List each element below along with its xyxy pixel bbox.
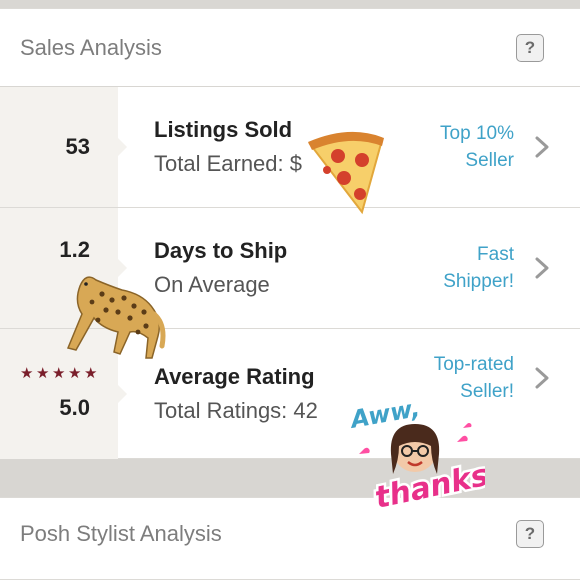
days-to-ship-value: 1.2 <box>59 237 90 262</box>
pizza-sticker <box>308 131 384 215</box>
row-title: Days to Ship <box>154 238 288 263</box>
top-strip <box>0 0 580 8</box>
star-icon: ★ <box>20 365 34 382</box>
rating-stars: ★ ★ ★ ★ ★ <box>20 365 98 382</box>
posh-stylist-header: Posh Stylist Analysis ? <box>0 498 580 570</box>
metric-cell: 53 <box>0 87 127 207</box>
thanks-sticker: Aww, thanks <box>345 392 485 516</box>
listings-sold-value: 53 <box>65 134 90 159</box>
card-title: Posh Stylist Analysis <box>20 521 222 546</box>
help-icon[interactable]: ? <box>516 33 544 62</box>
row-title: Average Rating <box>154 364 315 389</box>
sales-analysis-header: Sales Analysis ? <box>0 9 580 87</box>
row-subtitle: On Average <box>154 272 270 297</box>
chevron-right-icon[interactable] <box>530 256 554 280</box>
leopard-sticker <box>66 276 166 359</box>
star-icon: ★ <box>36 365 50 382</box>
badge-line: Shipper! <box>443 271 514 292</box>
star-icon: ★ <box>52 365 66 382</box>
average-rating-value: 5.0 <box>59 395 90 420</box>
help-icon[interactable]: ? <box>516 520 544 548</box>
card-title: Sales Analysis <box>20 34 162 60</box>
seller-badge[interactable]: Top 10% Seller <box>440 120 514 174</box>
star-icon: ★ <box>84 365 98 382</box>
chevron-right-icon[interactable] <box>530 366 554 390</box>
sales-analysis-card: Sales Analysis ? 53 Listings Sold Total … <box>0 8 580 459</box>
posh-stylist-card: Posh Stylist Analysis ? <box>0 497 580 580</box>
badge-line: Fast <box>477 244 514 265</box>
shipper-badge[interactable]: Fast Shipper! <box>443 241 514 295</box>
listings-sold-row[interactable]: 53 Listings Sold Total Earned: $ Top 10%… <box>0 87 580 208</box>
badge-line: Seller <box>465 150 514 171</box>
badge-line: Top-rated <box>433 354 514 376</box>
section-divider <box>0 459 580 497</box>
badge-line: Top 10% <box>440 123 514 144</box>
star-icon: ★ <box>68 365 82 382</box>
chevron-right-icon[interactable] <box>530 135 554 159</box>
